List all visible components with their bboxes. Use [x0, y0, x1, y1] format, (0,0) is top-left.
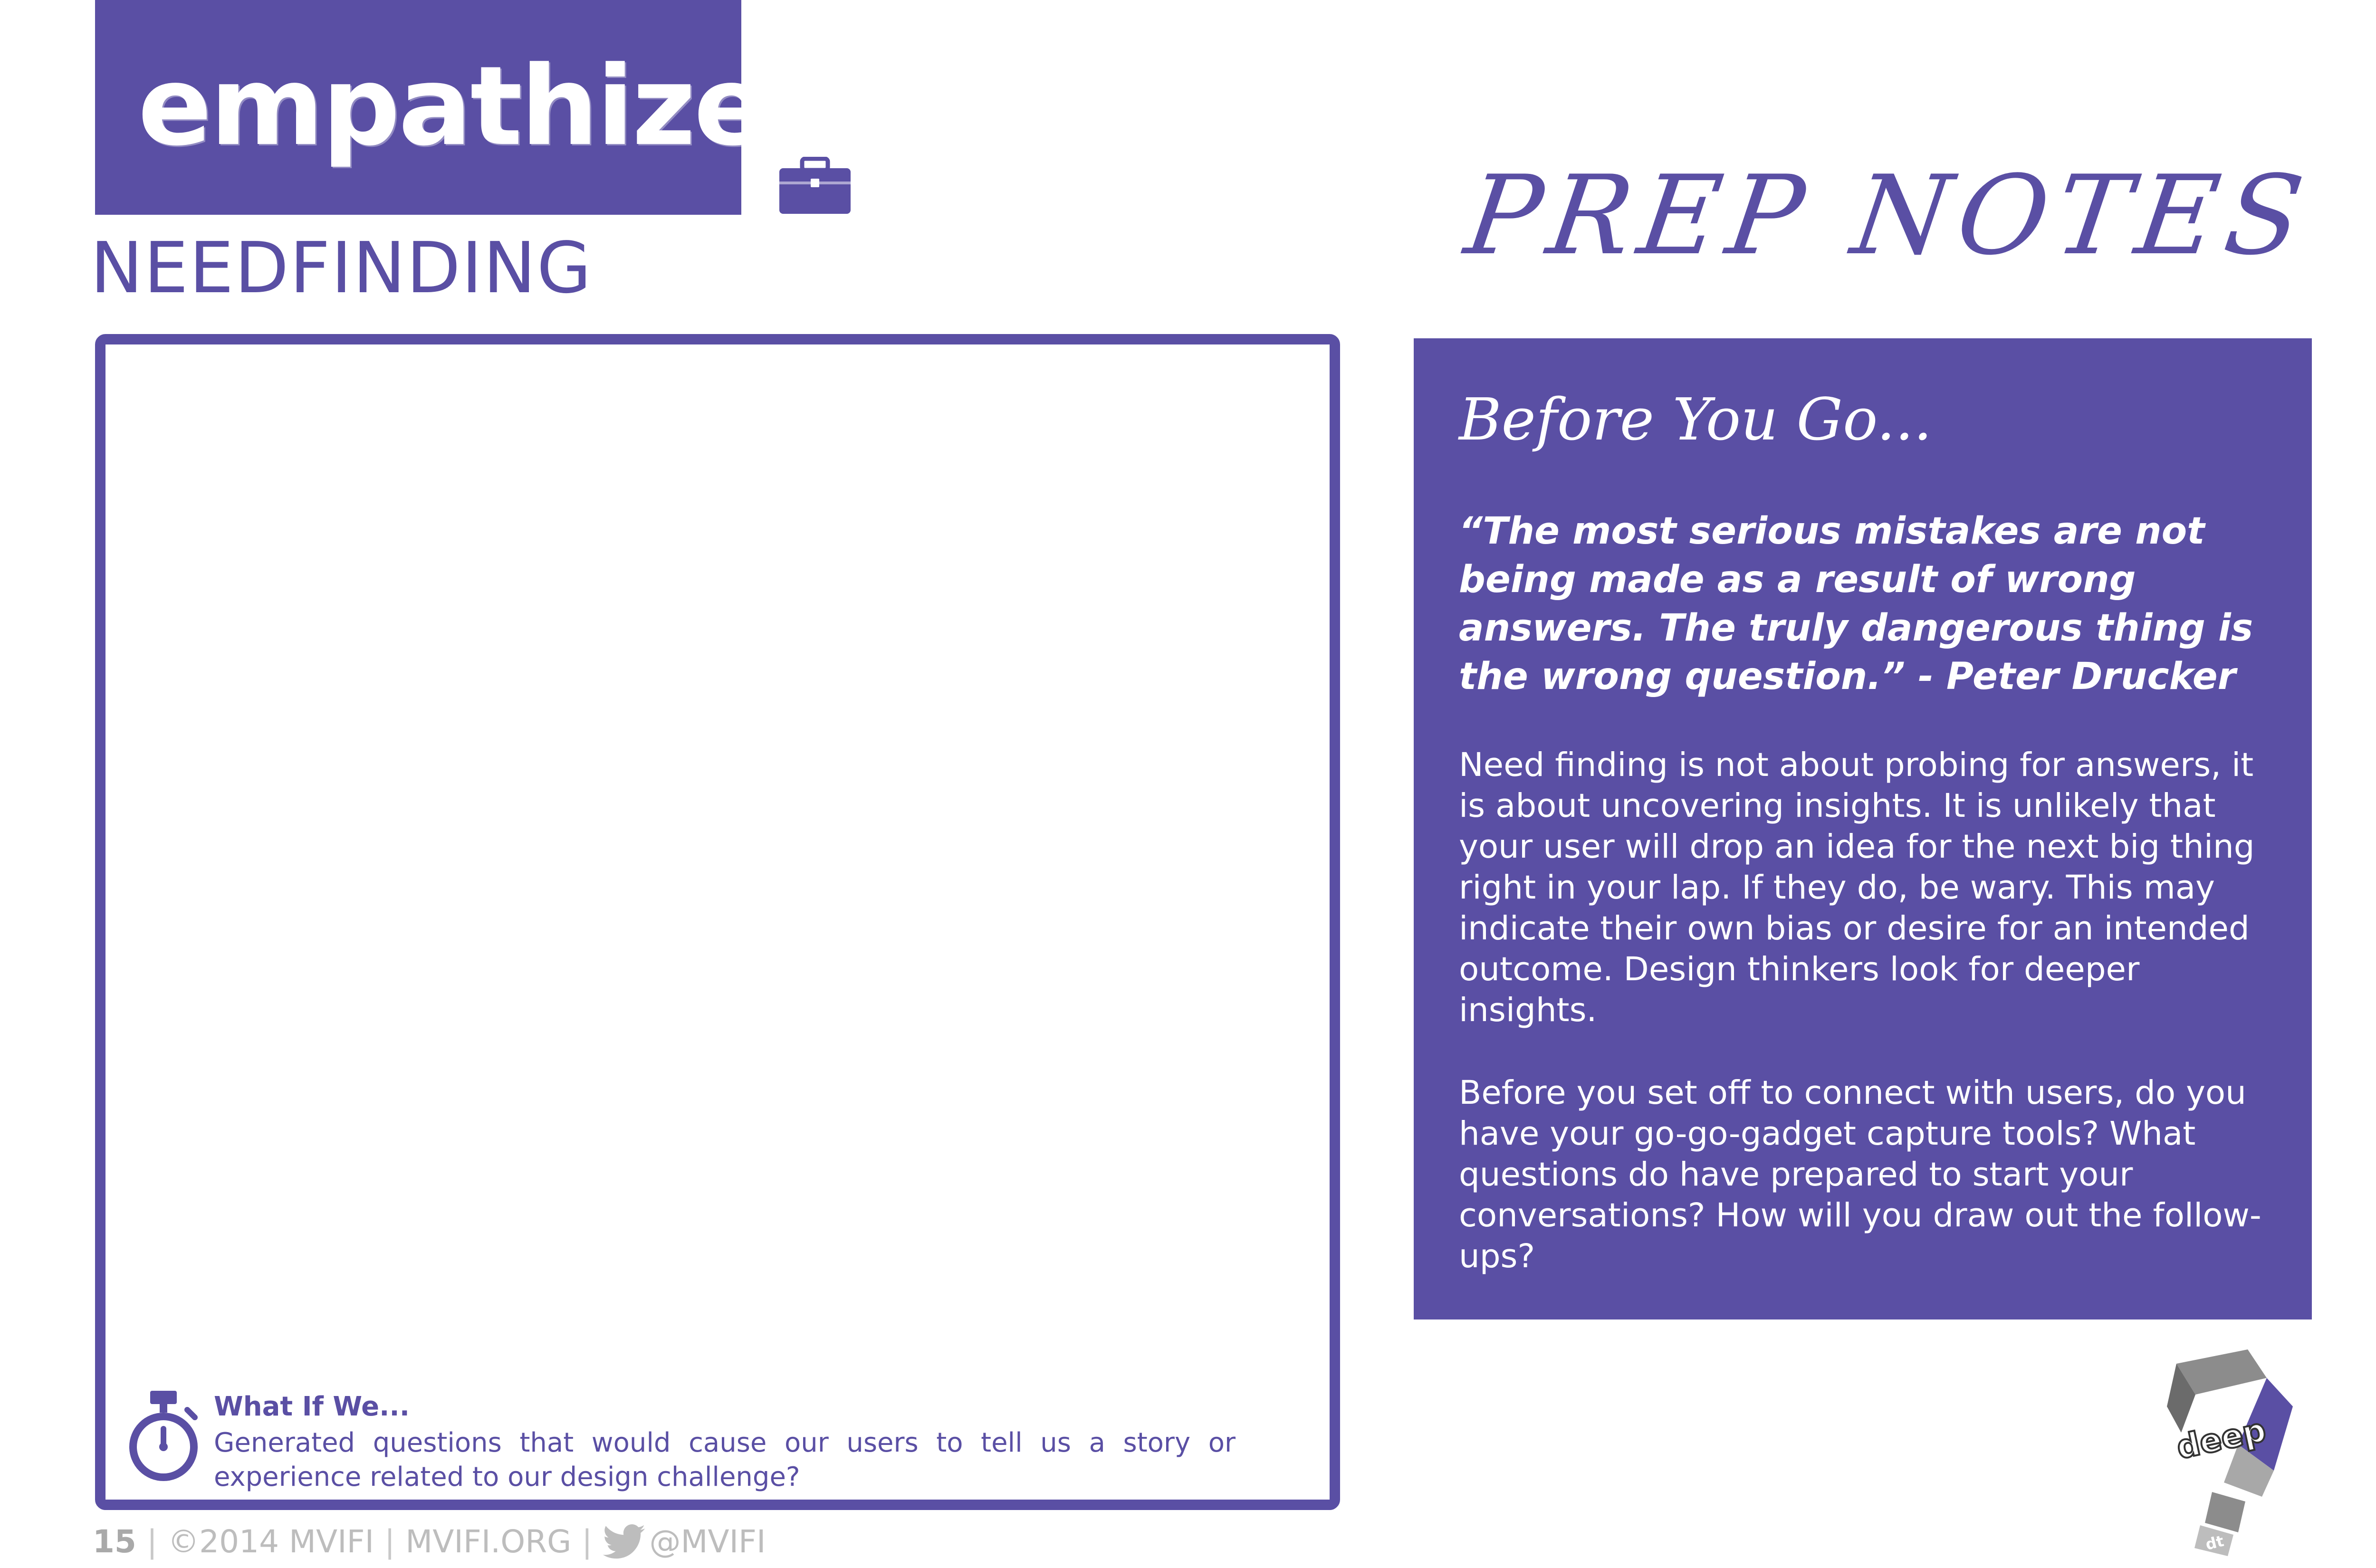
deep-dt-logo: deep dt [2167, 1349, 2293, 1556]
footer-handle[interactable]: @MVIFI [649, 1523, 766, 1561]
panel-paragraph-1: Need finding is not about probing for an… [1459, 746, 2255, 1029]
notes-box: What If We... Generated questions that w… [95, 334, 1340, 1510]
footer-separator: | [146, 1523, 158, 1560]
briefcase-icon [779, 157, 851, 214]
footer-copyright: ©2014 MVIFI [168, 1523, 374, 1560]
tip-title: What If We... [214, 1391, 410, 1422]
page-number: 15 [93, 1523, 136, 1560]
footer: 15 | ©2014 MVIFI | MVIFI.ORG | @MVIFI [93, 1523, 766, 1561]
section-subtitle: NEEDFINDING [90, 227, 593, 309]
prep-panel: Before You Go... “The most serious mista… [1414, 338, 2312, 1319]
tip-body: Generated questions that would cause our… [214, 1427, 1236, 1492]
header-banner: empathize [95, 0, 768, 215]
panel-quote: “The most serious mistakes are not being… [1459, 510, 2253, 698]
footer-separator: | [384, 1523, 395, 1560]
twitter-bird-icon [603, 1524, 645, 1559]
banner-title: empathize [138, 43, 768, 170]
panel-paragraph-2: Before you set off to connect with users… [1459, 1074, 2261, 1275]
footer-website[interactable]: MVIFI.ORG [405, 1523, 571, 1561]
panel-heading: Before You Go... [1459, 386, 1932, 453]
prep-notes-title: PREP NOTES [1458, 153, 2319, 279]
footer-separator: | [582, 1523, 593, 1560]
stopwatch-icon [129, 1391, 198, 1481]
